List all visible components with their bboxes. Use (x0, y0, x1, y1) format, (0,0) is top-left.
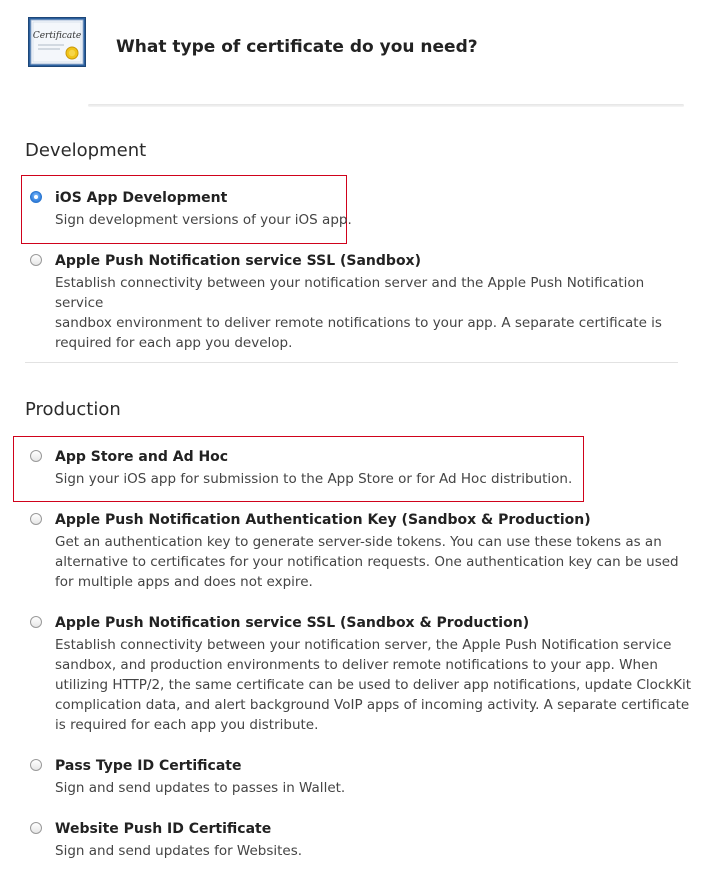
option-title: Apple Push Notification service SSL (San… (55, 253, 421, 269)
section-title-development: Development (25, 140, 147, 161)
radio-apns-auth-key[interactable] (30, 513, 42, 525)
option-description: Get an authentication key to generate se… (55, 532, 695, 592)
option-title: Apple Push Notification Authentication K… (55, 512, 591, 528)
radio-pass-type-id[interactable] (30, 759, 42, 771)
radio-apns-ssl-sandbox[interactable] (30, 254, 42, 266)
description-line: sandbox, and production environments to … (55, 657, 658, 673)
option-description: Sign and send updates for Websites. (55, 843, 303, 859)
option-description: Establish connectivity between your noti… (55, 273, 695, 353)
header-divider (88, 104, 684, 107)
description-line: complication data, and alert background … (55, 697, 690, 713)
page-title: What type of certificate do you need? (116, 37, 478, 57)
radio-website-push-id[interactable] (30, 822, 42, 834)
description-line: utilizing HTTP/2, the same certificate c… (55, 677, 692, 693)
description-line: Establish connectivity between your noti… (55, 637, 672, 653)
option-description: Establish connectivity between your noti… (55, 635, 695, 735)
option-title: Website Push ID Certificate (55, 821, 272, 837)
option-description: Sign and send updates to passes in Walle… (55, 780, 346, 796)
description-line: alternative to certificates for your not… (55, 554, 679, 570)
radio-ios-app-development[interactable] (30, 191, 42, 203)
option-title: Apple Push Notification service SSL (San… (55, 615, 530, 631)
description-line: Get an authentication key to generate se… (55, 534, 662, 550)
option-description: Sign development versions of your iOS ap… (55, 212, 352, 228)
description-line: for multiple apps and does not expire. (55, 574, 313, 590)
certificate-icon: Certificate (28, 17, 86, 67)
description-line: is required for each app you distribute. (55, 717, 319, 733)
description-line: required for each app you develop. (55, 335, 293, 351)
option-description: Sign your iOS app for submission to the … (55, 471, 573, 487)
option-title: Pass Type ID Certificate (55, 758, 242, 774)
certificate-icon-text: Certificate (33, 31, 81, 41)
description-line: Establish connectivity between your noti… (55, 275, 645, 311)
section-divider (25, 362, 678, 363)
section-title-production: Production (25, 399, 121, 420)
radio-apns-ssl-sandbox-production[interactable] (30, 616, 42, 628)
radio-app-store-ad-hoc[interactable] (30, 450, 42, 462)
description-line: sandbox environment to deliver remote no… (55, 315, 662, 331)
option-title: App Store and Ad Hoc (55, 449, 229, 465)
option-title: iOS App Development (55, 190, 228, 206)
